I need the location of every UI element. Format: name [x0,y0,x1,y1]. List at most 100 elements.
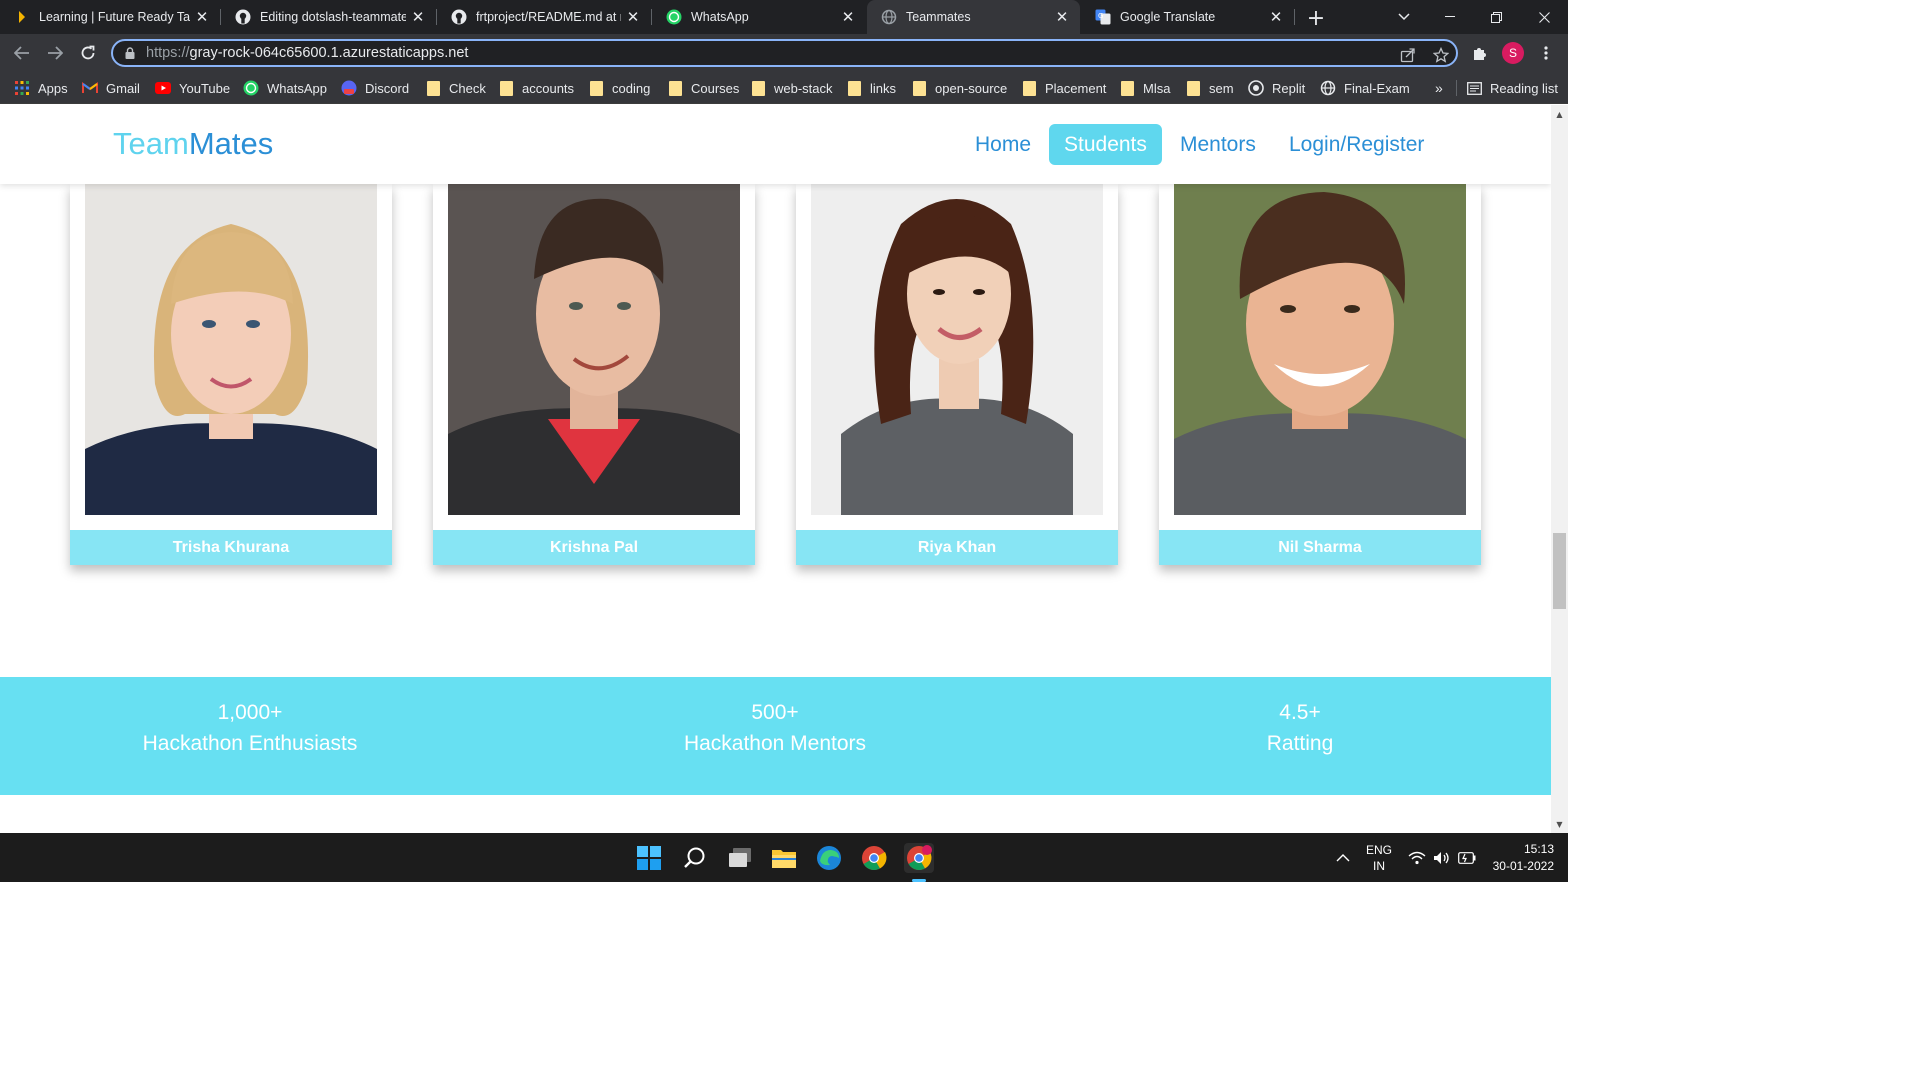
bookmark-folder-accounts[interactable]: accounts [498,79,574,97]
apps-grid-icon [14,80,30,96]
windows-start-icon[interactable] [634,843,664,873]
bookmark-folder-check[interactable]: Check [425,79,486,97]
student-card[interactable]: Krishna Pal [433,184,755,565]
student-photo [85,184,377,515]
student-name: Trisha Khurana [70,530,392,565]
stat-value: 1,000+ [217,701,283,724]
bookmark-folder-web-stack[interactable]: web-stack [750,79,833,97]
file-explorer-icon[interactable] [769,843,799,873]
bookmark-folder-sem[interactable]: sem [1185,79,1234,97]
minimize-icon[interactable] [1427,0,1473,34]
stat-label: Ratting [1266,732,1334,755]
forward-arrow-icon[interactable] [42,40,68,66]
url-text: https://gray-rock-064c65600.1.azurestati… [146,45,469,61]
page-viewport: TeamMates Home Students Mentors Login/Re… [0,105,1551,833]
tab-learning[interactable]: Learning | Future Ready Talent ✕ [0,0,220,34]
lock-icon [125,47,135,59]
scroll-down-arrow-icon[interactable]: ▼ [1551,817,1568,831]
back-arrow-icon[interactable] [9,40,35,66]
window-close-icon[interactable] [1521,0,1567,34]
page-scrollbar[interactable]: ▲ ▼ [1551,105,1568,833]
folder-icon [1021,80,1037,96]
nav-mentors[interactable]: Mentors [1165,124,1271,165]
nav-login-register[interactable]: Login/Register [1274,124,1439,165]
scroll-up-arrow-icon[interactable]: ▲ [1551,107,1568,121]
bookmark-apps[interactable]: Apps [14,79,68,97]
bookmark-star-icon[interactable] [1430,44,1452,66]
battery-icon[interactable] [1458,833,1476,882]
extensions-puzzle-icon[interactable] [1467,40,1493,66]
profile-avatar[interactable]: S [1502,42,1524,64]
bookmark-gmail[interactable]: Gmail [82,79,140,97]
tray-overflow-chevron-icon[interactable] [1336,833,1350,882]
search-icon[interactable] [680,843,710,873]
restore-icon[interactable] [1473,0,1519,34]
replit-icon [1248,80,1264,96]
nav-home[interactable]: Home [960,124,1046,165]
bookmark-folder-open-source[interactable]: open-source [911,79,1007,97]
bookmark-youtube[interactable]: YouTube [155,79,230,97]
chrome-profile-active-icon[interactable] [904,843,934,873]
close-icon[interactable]: ✕ [406,5,430,29]
folder-icon [425,80,441,96]
tab-search-chevron-icon[interactable] [1381,0,1427,34]
tab-whatsapp[interactable]: WhatsApp ✕ [652,0,866,34]
bookmark-final-exam[interactable]: Final-Exam [1320,79,1410,97]
bookmark-folder-coding[interactable]: coding [588,79,650,97]
address-bar[interactable]: https://gray-rock-064c65600.1.azurestati… [111,39,1458,67]
student-name: Krishna Pal [433,530,755,565]
github-icon [235,9,251,25]
tab-google-translate[interactable]: G Google Translate ✕ [1081,0,1294,34]
wifi-icon[interactable] [1408,833,1426,882]
folder-icon [911,80,927,96]
github-icon [451,9,467,25]
stat-label: Hackathon Mentors [683,732,867,755]
menu-kebab-icon[interactable] [1533,40,1559,66]
tab-editing-teammates[interactable]: Editing dotslash-teammates ✕ [221,0,436,34]
tab-teammates[interactable]: Teammates ✕ [867,0,1080,34]
student-card[interactable]: Trisha Khurana [70,184,392,565]
bookmark-folder-links[interactable]: links [846,79,896,97]
tab-strip: Learning | Future Ready Talent ✕ Editing… [0,0,1568,34]
volume-icon[interactable] [1433,833,1451,882]
clock[interactable]: 15:13 30-01-2022 [1488,833,1554,882]
close-icon[interactable]: ✕ [621,5,645,29]
tab-separator [1294,9,1295,25]
reading-list-button[interactable]: Reading list [1466,79,1558,97]
bookmarks-bar: Apps Gmail YouTube WhatsApp Discord Chec… [0,72,1568,104]
stats-band: 1,000+ Hackathon Enthusiasts 500+ Hackat… [0,677,1551,795]
reload-icon[interactable] [75,40,101,66]
bookmark-replit[interactable]: Replit [1248,79,1305,97]
discord-icon [341,80,357,96]
folder-icon [588,80,604,96]
browser-toolbar: https://gray-rock-064c65600.1.azurestati… [0,34,1568,72]
bookmark-whatsapp[interactable]: WhatsApp [243,79,327,97]
scrollbar-thumb[interactable] [1553,533,1566,609]
more-bookmarks-chevron-icon[interactable]: » [1435,79,1443,97]
student-card[interactable]: Nil Sharma [1159,184,1481,565]
tab-frtproject-readme[interactable]: frtproject/README.md at main ✕ [437,0,651,34]
new-tab-button[interactable]: + [1303,5,1329,31]
youtube-icon [155,80,171,96]
folder-icon [667,80,683,96]
site-logo[interactable]: TeamMates [113,126,273,162]
task-view-icon[interactable] [725,843,755,873]
share-icon[interactable] [1397,44,1419,66]
learn-icon [14,9,30,25]
student-card[interactable]: Riya Khan [796,184,1118,565]
language-indicator[interactable]: ENG IN [1366,833,1392,882]
stat-value: 4.5+ [1279,701,1321,724]
edge-browser-icon[interactable] [814,843,844,873]
chrome-icon[interactable] [859,843,889,873]
svg-text:G: G [1098,12,1103,20]
nav-students[interactable]: Students [1049,124,1162,165]
bookmark-folder-courses[interactable]: Courses [667,79,739,97]
close-icon[interactable]: ✕ [1264,5,1288,29]
bookmark-discord[interactable]: Discord [341,79,409,97]
close-icon[interactable]: ✕ [190,5,214,29]
bookmark-folder-placement[interactable]: Placement [1021,79,1106,97]
close-icon[interactable]: ✕ [1050,5,1074,29]
stat-rating: 4.5+ Ratting [1100,699,1500,761]
close-icon[interactable]: ✕ [836,5,860,29]
bookmark-folder-mlsa[interactable]: Mlsa [1119,79,1170,97]
